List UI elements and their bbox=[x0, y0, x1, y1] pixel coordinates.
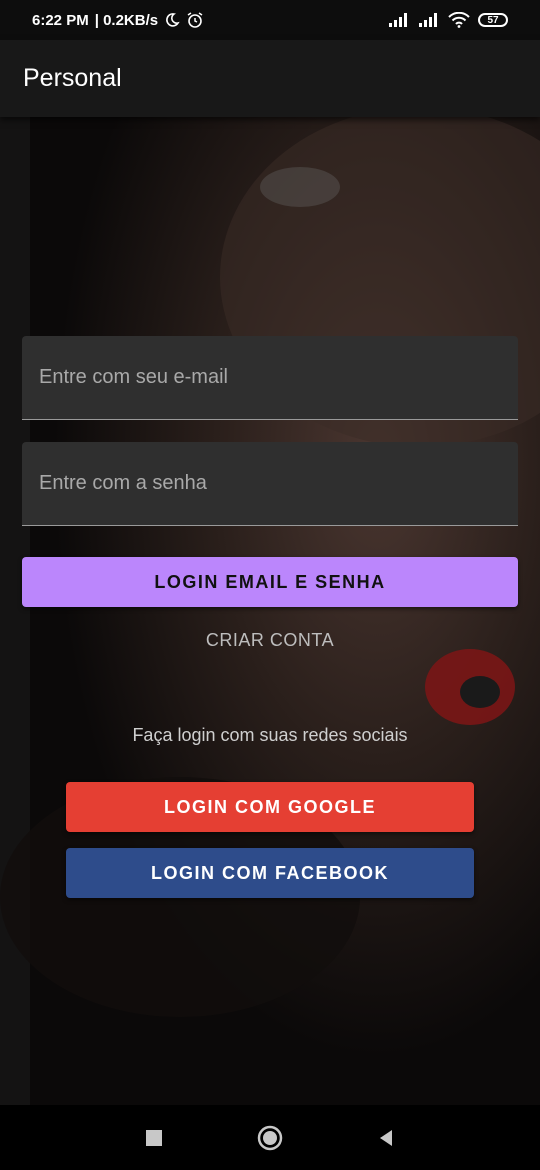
status-right: 57 bbox=[388, 12, 508, 28]
signal-icon bbox=[418, 13, 440, 27]
signal-icon bbox=[388, 13, 410, 27]
app-bar: Personal bbox=[0, 40, 540, 117]
password-input[interactable] bbox=[22, 442, 518, 525]
wifi-icon bbox=[448, 12, 470, 28]
network-speed: | 0.2KB/s bbox=[94, 11, 159, 29]
login-screen: LOGIN EMAIL E SENHA CRIAR CONTA Faça log… bbox=[0, 117, 540, 1105]
recents-icon[interactable] bbox=[139, 1123, 169, 1153]
app-title: Personal bbox=[23, 64, 122, 92]
email-input[interactable] bbox=[22, 336, 518, 419]
login-google-button[interactable]: LOGIN COM GOOGLE bbox=[66, 782, 474, 832]
alarm-icon bbox=[186, 11, 204, 29]
moon-icon bbox=[164, 12, 180, 28]
home-icon[interactable] bbox=[255, 1123, 285, 1153]
status-bar: 6:22 PM | 0.2KB/s 57 bbox=[0, 0, 540, 40]
status-left: 6:22 PM | 0.2KB/s bbox=[32, 11, 204, 29]
login-facebook-button[interactable]: LOGIN COM FACEBOOK bbox=[66, 848, 474, 898]
social-login-caption: Faça login com suas redes sociais bbox=[132, 725, 408, 745]
background-photo bbox=[0, 117, 540, 1105]
login-email-password-button[interactable]: LOGIN EMAIL E SENHA bbox=[22, 557, 518, 607]
back-icon[interactable] bbox=[371, 1123, 401, 1153]
create-account-button[interactable]: CRIAR CONTA bbox=[0, 622, 540, 658]
email-field[interactable] bbox=[22, 336, 518, 420]
status-time: 6:22 PM bbox=[32, 11, 89, 29]
password-field[interactable] bbox=[22, 442, 518, 526]
navigation-bar bbox=[0, 1105, 540, 1170]
battery-level: 57 bbox=[487, 14, 499, 26]
battery-icon: 57 bbox=[478, 13, 508, 27]
